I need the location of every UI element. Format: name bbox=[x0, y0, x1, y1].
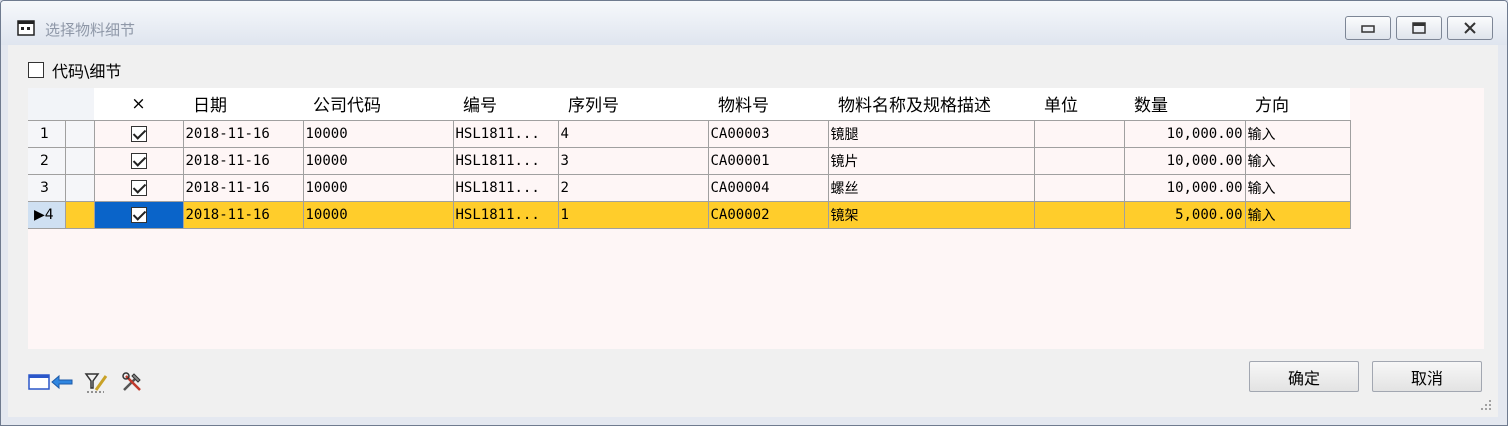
cell-company-code[interactable]: 10000 bbox=[302, 173, 454, 202]
row-select-cell[interactable] bbox=[93, 119, 184, 148]
column-header-quantity[interactable]: 数量 bbox=[1124, 88, 1245, 120]
cell-serial[interactable]: 2 bbox=[557, 173, 709, 202]
row-header-blank bbox=[65, 200, 95, 229]
cell-number[interactable]: HSL1811... bbox=[452, 119, 559, 148]
column-header-number[interactable]: 编号 bbox=[453, 88, 558, 120]
table-row[interactable]: 1 2018-11-16 10000 HSL1811... 4 CA00003 … bbox=[28, 119, 1351, 148]
window-icon bbox=[17, 20, 35, 36]
dialog-window: 选择物料细节 代码\细节 × 日期 公司代码 编号 序列号 物料号 物料名称及规… bbox=[0, 0, 1508, 426]
cell-date[interactable]: 2018-11-16 bbox=[182, 119, 304, 148]
row-header-corner bbox=[28, 88, 65, 120]
close-icon bbox=[1464, 22, 1476, 34]
row-number[interactable]: 2 bbox=[28, 146, 66, 175]
cell-material-no[interactable]: CA00001 bbox=[707, 146, 829, 175]
code-detail-checkbox-label: 代码\细节 bbox=[52, 62, 122, 81]
column-header-serial[interactable]: 序列号 bbox=[558, 88, 708, 120]
window-arrow-icon[interactable] bbox=[28, 371, 74, 393]
tools-icon[interactable] bbox=[120, 370, 146, 394]
row-checkbox[interactable] bbox=[130, 152, 147, 169]
table-row[interactable]: 2 2018-11-16 10000 HSL1811... 3 CA00001 … bbox=[28, 146, 1351, 175]
dialog-content: 代码\细节 × 日期 公司代码 编号 序列号 物料号 物料名称及规格描述 单位 … bbox=[8, 45, 1498, 417]
row-number[interactable]: 1 bbox=[28, 119, 66, 148]
cell-company-code[interactable]: 10000 bbox=[302, 146, 454, 175]
cell-direction[interactable]: 输入 bbox=[1244, 146, 1351, 175]
column-header-company-code[interactable]: 公司代码 bbox=[303, 88, 453, 120]
cell-description[interactable]: 镜架 bbox=[827, 200, 1035, 229]
cell-quantity[interactable]: 10,000.00 bbox=[1123, 119, 1246, 148]
cell-quantity[interactable]: 5,000.00 bbox=[1123, 200, 1246, 229]
cell-unit[interactable] bbox=[1033, 173, 1125, 202]
table-header-row: × 日期 公司代码 编号 序列号 物料号 物料名称及规格描述 单位 数量 方向 bbox=[28, 88, 1350, 120]
window-title: 选择物料细节 bbox=[45, 21, 136, 39]
code-detail-checkbox-row[interactable]: 代码\细节 bbox=[28, 58, 121, 82]
cell-date[interactable]: 2018-11-16 bbox=[182, 146, 304, 175]
close-button[interactable] bbox=[1447, 16, 1493, 40]
table-row[interactable]: 3 2018-11-16 10000 HSL1811... 2 CA00004 … bbox=[28, 173, 1351, 202]
column-header-description[interactable]: 物料名称及规格描述 bbox=[828, 88, 1034, 120]
cell-number[interactable]: HSL1811... bbox=[452, 200, 559, 229]
minimize-button[interactable] bbox=[1345, 16, 1391, 40]
cell-date[interactable]: 2018-11-16 bbox=[182, 200, 304, 229]
row-header-blank bbox=[65, 119, 95, 148]
row-checkbox[interactable] bbox=[130, 179, 147, 196]
code-detail-checkbox[interactable] bbox=[28, 62, 44, 78]
maximize-button[interactable] bbox=[1396, 16, 1442, 40]
table-row-selected[interactable]: ▶4 2018-11-16 10000 HSL1811... 1 CA00002… bbox=[28, 200, 1351, 229]
resize-grip-icon[interactable] bbox=[1480, 399, 1492, 411]
row-select-cell[interactable] bbox=[93, 173, 184, 202]
material-grid[interactable]: × 日期 公司代码 编号 序列号 物料号 物料名称及规格描述 单位 数量 方向 bbox=[28, 88, 1484, 349]
row-checkbox[interactable] bbox=[130, 206, 147, 223]
column-header-date[interactable]: 日期 bbox=[183, 88, 303, 120]
row-checkbox[interactable] bbox=[130, 125, 147, 142]
cell-company-code[interactable]: 10000 bbox=[302, 200, 454, 229]
column-header-select[interactable]: × bbox=[94, 88, 183, 120]
cell-material-no[interactable]: CA00003 bbox=[707, 119, 829, 148]
cell-number[interactable]: HSL1811... bbox=[452, 173, 559, 202]
cell-description[interactable]: 镜腿 bbox=[827, 119, 1035, 148]
cell-serial[interactable]: 1 bbox=[557, 200, 709, 229]
row-select-cell[interactable] bbox=[93, 200, 184, 229]
material-table: × 日期 公司代码 编号 序列号 物料号 物料名称及规格描述 单位 数量 方向 bbox=[28, 88, 1351, 229]
column-header-unit[interactable]: 单位 bbox=[1034, 88, 1124, 120]
cell-serial[interactable]: 3 bbox=[557, 146, 709, 175]
row-header-spacer bbox=[65, 88, 94, 120]
footer-toolbar bbox=[28, 370, 146, 394]
minimize-icon bbox=[1361, 25, 1375, 33]
row-header-blank bbox=[65, 146, 95, 175]
column-header-direction[interactable]: 方向 bbox=[1245, 88, 1350, 120]
cell-direction[interactable]: 输入 bbox=[1244, 200, 1351, 229]
cell-quantity[interactable]: 10,000.00 bbox=[1123, 146, 1246, 175]
cell-material-no[interactable]: CA00004 bbox=[707, 173, 829, 202]
cell-unit[interactable] bbox=[1033, 200, 1125, 229]
cell-unit[interactable] bbox=[1033, 146, 1125, 175]
cell-direction[interactable]: 输入 bbox=[1244, 173, 1351, 202]
row-select-cell[interactable] bbox=[93, 146, 184, 175]
title-bar[interactable]: 选择物料细节 bbox=[1, 1, 1507, 45]
filter-icon[interactable] bbox=[84, 370, 110, 394]
maximize-icon bbox=[1412, 22, 1426, 34]
cell-date[interactable]: 2018-11-16 bbox=[182, 173, 304, 202]
column-header-material-no[interactable]: 物料号 bbox=[708, 88, 828, 120]
cancel-button[interactable]: 取消 bbox=[1372, 361, 1482, 392]
cell-quantity[interactable]: 10,000.00 bbox=[1123, 173, 1246, 202]
confirm-button[interactable]: 确定 bbox=[1249, 361, 1359, 392]
row-number[interactable]: 3 bbox=[28, 173, 66, 202]
cell-description[interactable]: 螺丝 bbox=[827, 173, 1035, 202]
cell-direction[interactable]: 输入 bbox=[1244, 119, 1351, 148]
cell-number[interactable]: HSL1811... bbox=[452, 146, 559, 175]
cell-serial[interactable]: 4 bbox=[557, 119, 709, 148]
cell-company-code[interactable]: 10000 bbox=[302, 119, 454, 148]
row-number[interactable]: ▶4 bbox=[28, 200, 66, 229]
cell-description[interactable]: 镜片 bbox=[827, 146, 1035, 175]
cell-material-no[interactable]: CA00002 bbox=[707, 200, 829, 229]
cell-unit[interactable] bbox=[1033, 119, 1125, 148]
row-header-blank bbox=[65, 173, 95, 202]
